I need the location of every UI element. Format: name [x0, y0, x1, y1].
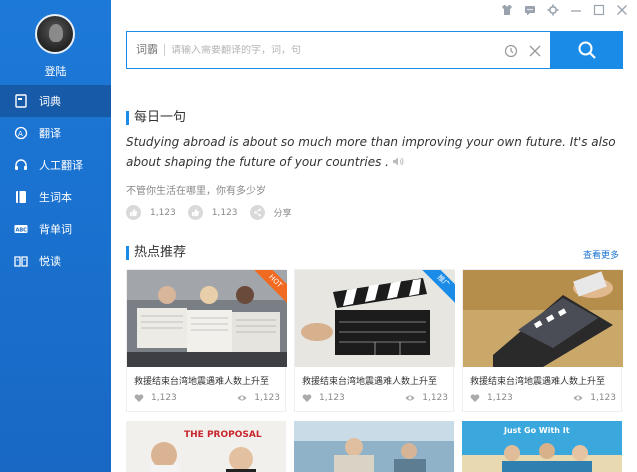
daily-section-title: 每日一句: [126, 110, 186, 126]
minimize-icon[interactable]: [569, 3, 583, 17]
sidebar-item-label: 翻译: [39, 127, 61, 140]
sidebar-item-label: 人工翻译: [39, 159, 83, 172]
speaker-icon[interactable]: [392, 156, 404, 167]
view-count: 1,123: [573, 393, 616, 403]
sidebar-nav: 词典 A 翻译 人工翻译 生词本 ABC 背单词 悦读: [0, 85, 111, 277]
like-count: 1,123: [150, 207, 176, 218]
daily-actions: 1,123 1,123 分享: [126, 205, 304, 220]
history-icon[interactable]: [504, 43, 518, 58]
heart-icon: [302, 394, 312, 402]
view-count: 1,123: [237, 393, 280, 403]
news-caption: 救援结束台湾地震遇难人数上升至: [470, 377, 606, 387]
login-link[interactable]: 登陆: [0, 63, 111, 79]
share-icon: [249, 205, 265, 220]
news-card[interactable]: 推广 救援结束台湾地震遇难人数上升至 1,123 1,123: [294, 269, 455, 412]
news-thumbnail: HOT: [127, 270, 287, 367]
daily-sentence-en: Studying abroad is about so much more th…: [126, 135, 616, 169]
dictionary-icon: [14, 94, 28, 108]
poster-title: THE PROPOSAL: [184, 430, 262, 440]
news-card[interactable]: HOT 救援结束台湾地震遇难人数上升至 1,123 1,123: [126, 269, 287, 412]
like-count: 1,123: [134, 393, 177, 403]
daily-sentence-cn: 不管你生活在哪里，你有多少岁: [126, 186, 266, 197]
svg-text:A: A: [18, 130, 23, 138]
maximize-icon[interactable]: [592, 3, 606, 17]
sidebar-item-human-translation[interactable]: 人工翻译: [0, 149, 111, 181]
shirt-icon[interactable]: [500, 3, 514, 17]
sidebar-item-translate[interactable]: A 翻译: [0, 117, 111, 149]
sidebar-item-wordbook[interactable]: 生词本: [0, 181, 111, 213]
news-caption: 救援结束台湾地震遇难人数上升至: [302, 377, 438, 387]
thumbs-up-icon: [126, 205, 141, 220]
news-card[interactable]: THE PROPOSAL: [126, 421, 286, 472]
wordbook-icon: [14, 190, 28, 204]
share-button[interactable]: 分享: [249, 205, 292, 220]
search-bar: 词霸: [126, 31, 623, 69]
titlebar: [111, 0, 637, 22]
sidebar-item-label: 背单词: [39, 223, 72, 236]
heart-icon: [134, 394, 144, 402]
settings-icon[interactable]: [546, 3, 560, 17]
message-icon[interactable]: [523, 3, 537, 17]
headset-icon: [14, 158, 28, 172]
search-input[interactable]: [171, 44, 471, 56]
sidebar-item-dictionary[interactable]: 词典: [0, 85, 111, 117]
translate-icon: A: [14, 126, 28, 140]
eye-icon: [405, 395, 415, 401]
abc-icon: ABC: [14, 222, 28, 236]
sidebar-item-label: 生词本: [39, 191, 72, 204]
news-card[interactable]: 救援结束台湾地震遇难人数上升至 1,123 1,123: [462, 269, 623, 412]
share-label: 分享: [273, 209, 292, 219]
sidebar-item-label: 悦读: [39, 255, 61, 268]
news-thumbnail: THE PROPOSAL: [126, 421, 286, 472]
news-card[interactable]: [294, 421, 454, 472]
eye-icon: [237, 395, 247, 401]
heart-icon: [470, 394, 480, 402]
poster-title: Just Go With It: [503, 426, 570, 435]
sidebar-item-label: 词典: [39, 95, 61, 108]
svg-text:ABC: ABC: [16, 228, 28, 234]
sidebar-item-memorize[interactable]: ABC 背单词: [0, 213, 111, 245]
hot-section-title: 热点推荐: [126, 245, 186, 261]
news-caption: 救援结束台湾地震遇难人数上升至: [134, 377, 270, 387]
sidebar-item-reading[interactable]: 悦读: [0, 245, 111, 277]
comment-button[interactable]: 1,123: [187, 205, 238, 220]
news-thumbnail: Just Go With It: [462, 421, 622, 472]
news-thumbnail: 推广: [295, 270, 455, 367]
search-button[interactable]: [550, 31, 623, 69]
view-count: 1,123: [405, 393, 448, 403]
see-more-link[interactable]: 查看更多: [583, 248, 619, 261]
sidebar: 登陆 词典 A 翻译 人工翻译 生词本 ABC 背单词 悦读: [0, 0, 111, 472]
news-thumbnail: [294, 421, 454, 472]
search-source-label[interactable]: 词霸: [127, 44, 165, 56]
eye-icon: [573, 395, 583, 401]
news-card[interactable]: Just Go With It: [462, 421, 622, 472]
avatar[interactable]: [35, 14, 75, 54]
reading-icon: [14, 254, 28, 268]
comment-count: 1,123: [211, 207, 238, 218]
clear-icon[interactable]: [528, 43, 542, 57]
search-icon: [578, 41, 596, 59]
like-button[interactable]: 1,123: [126, 205, 176, 220]
like-count: 1,123: [470, 393, 513, 403]
like-count: 1,123: [302, 393, 345, 403]
thumbs-up-icon: [187, 205, 203, 220]
news-thumbnail: [463, 270, 623, 367]
close-icon[interactable]: [615, 3, 629, 17]
